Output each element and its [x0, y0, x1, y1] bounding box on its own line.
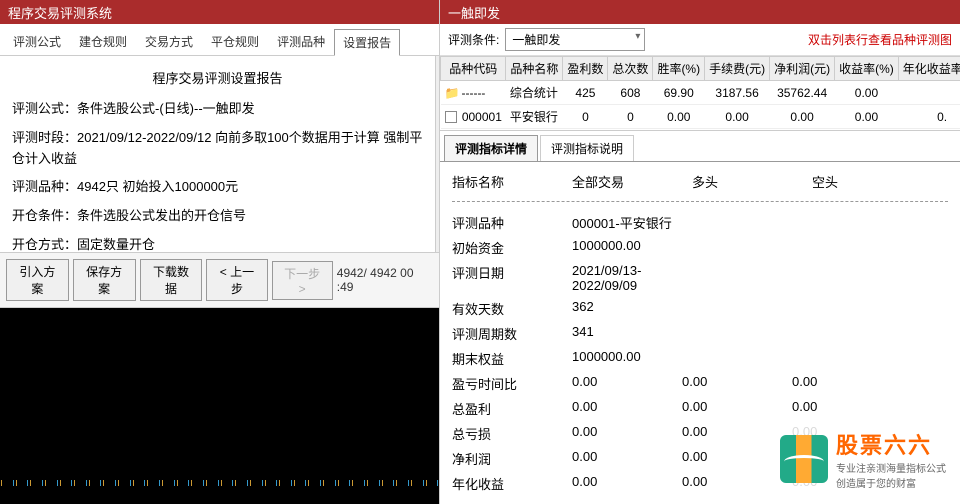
tab-explain[interactable]: 评测指标说明: [540, 135, 634, 161]
report-line: 评测时段：2021/09/12-2022/09/12 向前多取100个数据用于计…: [12, 124, 423, 174]
table-header[interactable]: 年化收益率(%): [898, 57, 960, 81]
logo-icon: [780, 435, 828, 483]
table-header[interactable]: 净利润(元): [770, 57, 835, 81]
table-row[interactable]: 📁------综合统计42560869.903187.5635762.440.0…: [441, 81, 960, 105]
condition-label: 评测条件:: [448, 31, 499, 48]
condition-combo[interactable]: 一触即发: [505, 28, 645, 51]
detail-row: 评测周期数341: [452, 321, 948, 346]
report-line: 开仓方式：固定数量开仓: [12, 231, 423, 252]
detail-row: 评测日期2021/09/13-2022/09/09: [452, 260, 948, 296]
tab-formula[interactable]: 评测公式: [4, 28, 70, 55]
right-window-title: 一触即发: [440, 0, 960, 24]
col-indicator: 指标名称: [452, 172, 572, 191]
prev-button[interactable]: < 上一步: [206, 259, 267, 301]
tab-report[interactable]: 设置报告: [334, 29, 400, 56]
table-header[interactable]: 总次数: [608, 57, 653, 81]
tab-trade-mode[interactable]: 交易方式: [136, 28, 202, 55]
table-header[interactable]: 胜率(%): [653, 57, 705, 81]
detail-row: 有效天数362: [452, 296, 948, 321]
logo-main-text: 股票六六: [836, 428, 946, 460]
detail-row: 总盈利0.000.000.00: [452, 396, 948, 421]
results-table: 品种代码品种名称盈利数总次数胜率(%)手续费(元)净利润(元)收益率(%)年化收…: [440, 56, 960, 131]
table-header[interactable]: 盈利数: [563, 57, 608, 81]
progress-status: 4942/ 4942 00 :49: [337, 266, 433, 294]
detail-tabs: 评测指标详情 评测指标说明: [440, 131, 960, 162]
logo-sub-text: 专业注亲测海量指标公式: [836, 460, 946, 475]
col-long: 多头: [692, 172, 812, 191]
hint-text: 双击列表行查看品种评测图: [808, 31, 952, 48]
logo-sub-text: 创造属于您的财富: [836, 475, 946, 490]
left-window-title: 程序交易评测系统: [0, 0, 439, 24]
table-header[interactable]: 品种代码: [441, 57, 506, 81]
tab-close-rule[interactable]: 平仓规则: [202, 28, 268, 55]
table-row[interactable]: 000001平安银行000.000.000.000.000.: [441, 105, 960, 129]
tab-detail[interactable]: 评测指标详情: [444, 135, 538, 161]
tab-build-rule[interactable]: 建仓规则: [70, 28, 136, 55]
row-checkbox[interactable]: [445, 111, 457, 123]
brand-logo: 股票六六 专业注亲测海量指标公式 创造属于您的财富: [776, 424, 950, 494]
tab-products[interactable]: 评测品种: [268, 28, 334, 55]
report-line: 开仓条件：条件选股公式发出的开仓信号: [12, 202, 423, 231]
detail-row: 评测品种000001-平安银行: [452, 210, 948, 235]
report-title: 程序交易评测设置报告: [12, 64, 423, 95]
table-header[interactable]: 品种名称: [506, 57, 563, 81]
condition-row: 评测条件: 一触即发 双击列表行查看品种评测图: [440, 24, 960, 56]
col-all: 全部交易: [572, 172, 692, 191]
col-short: 空头: [812, 172, 932, 191]
report-body: 程序交易评测设置报告 评测公式：条件选股公式-(日线)--一触即发 评测时段：2…: [0, 56, 435, 252]
download-button[interactable]: 下载数据: [140, 259, 203, 301]
table-header[interactable]: 手续费(元): [705, 57, 770, 81]
detail-row: 盈亏时间比0.000.000.00: [452, 371, 948, 396]
left-tabs: 评测公式 建仓规则 交易方式 平仓规则 评测品种 设置报告: [0, 24, 439, 56]
left-toolbar: 引入方案 保存方案 下载数据 < 上一步 下一步 > 4942/ 4942 00…: [0, 252, 439, 308]
import-button[interactable]: 引入方案: [6, 259, 69, 301]
folder-icon: 📁: [445, 86, 460, 100]
detail-row: 期末权益1000000.00: [452, 346, 948, 371]
report-line: 评测品种：4942只 初始投入1000000元: [12, 173, 423, 202]
save-button[interactable]: 保存方案: [73, 259, 136, 301]
next-button[interactable]: 下一步 >: [272, 261, 333, 300]
chart-area[interactable]: [0, 308, 439, 504]
detail-row: 初始资金1000000.00: [452, 235, 948, 260]
report-line: 评测公式：条件选股公式-(日线)--一触即发: [12, 95, 423, 124]
table-header[interactable]: 收益率(%): [835, 57, 899, 81]
